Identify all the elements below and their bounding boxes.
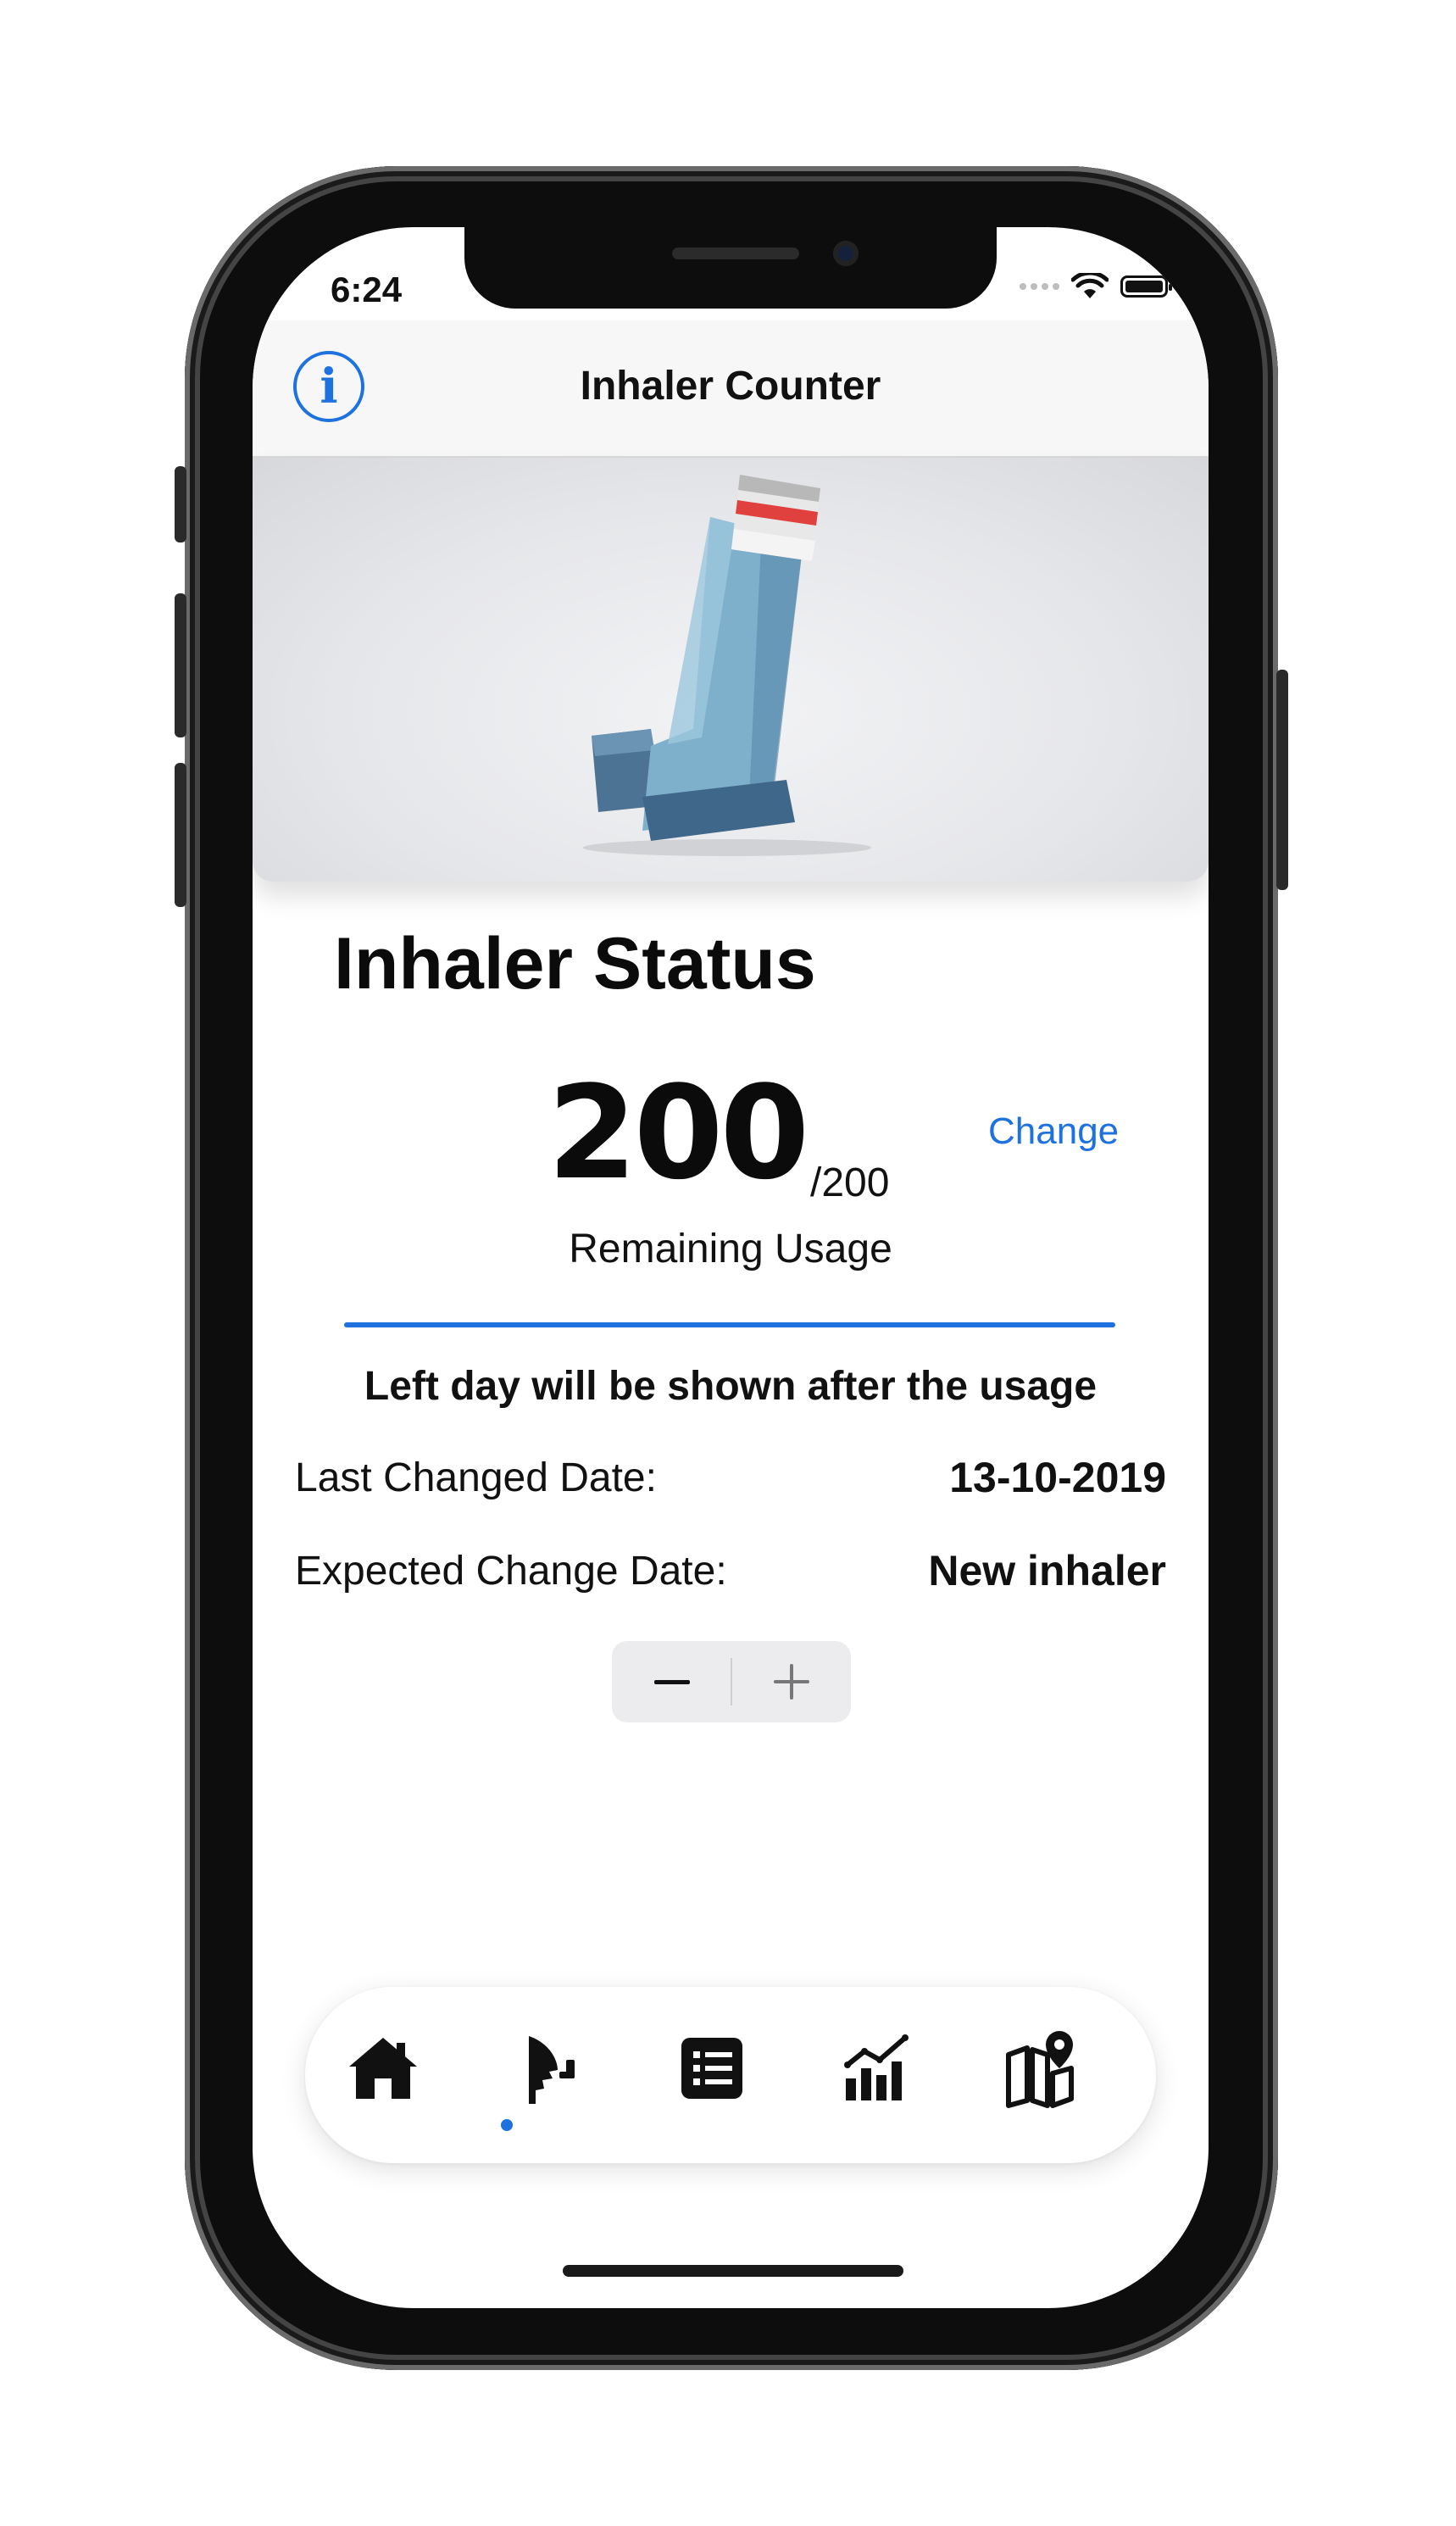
chart-icon bbox=[844, 2034, 909, 2100]
usage-stepper bbox=[612, 1641, 851, 1722]
tab-inhaler[interactable] bbox=[505, 2026, 590, 2111]
tab-bar bbox=[305, 1987, 1156, 2163]
home-indicator[interactable] bbox=[563, 2265, 903, 2277]
inhaler-photo bbox=[253, 458, 1209, 882]
navigation-bar: i Inhaler Counter bbox=[253, 320, 1209, 458]
change-button[interactable]: Change bbox=[988, 1110, 1119, 1153]
front-camera bbox=[833, 241, 859, 266]
inhaler-person-icon bbox=[529, 2036, 575, 2104]
total-count: /200 bbox=[810, 1160, 890, 1205]
increment-button[interactable] bbox=[731, 1641, 851, 1722]
inhaler-illustration bbox=[583, 475, 871, 856]
signal-dots-icon bbox=[1020, 283, 1059, 290]
volume-up-button bbox=[175, 593, 186, 737]
expected-change-label: Expected Change Date: bbox=[295, 1549, 727, 1594]
status-indicators bbox=[1020, 273, 1172, 300]
tab-statistics[interactable] bbox=[834, 2026, 919, 2111]
home-icon bbox=[349, 2038, 417, 2099]
list-icon bbox=[681, 2038, 742, 2099]
left-day-message: Left day will be shown after the usage bbox=[364, 1364, 1098, 1409]
power-button bbox=[1276, 670, 1288, 890]
page-title: Inhaler Counter bbox=[580, 364, 881, 409]
last-changed-value: 13-10-2019 bbox=[949, 1454, 1166, 1501]
expected-change-value: New inhaler bbox=[928, 1547, 1166, 1594]
tab-map[interactable] bbox=[998, 2026, 1083, 2111]
tab-list[interactable] bbox=[670, 2026, 754, 2111]
wifi-icon bbox=[1071, 273, 1109, 298]
section-title: Inhaler Status bbox=[334, 923, 816, 1004]
last-changed-label: Last Changed Date: bbox=[295, 1455, 657, 1500]
mute-switch bbox=[175, 466, 186, 542]
volume-down-button bbox=[175, 763, 186, 907]
battery-icon bbox=[1120, 275, 1172, 298]
status-time: 6:24 bbox=[331, 270, 403, 309]
notch bbox=[464, 227, 997, 309]
usage-progress-fill bbox=[344, 1322, 1115, 1327]
decrement-button[interactable] bbox=[612, 1641, 731, 1722]
speaker-grille bbox=[672, 248, 799, 259]
app-screen: 6:24 i Inhaler Counter Inhaler Status 20… bbox=[253, 227, 1209, 2308]
usage-progress-bar bbox=[344, 1322, 1115, 1327]
map-pin-icon bbox=[1006, 2031, 1074, 2108]
remaining-count: 200 bbox=[547, 1058, 809, 1208]
remaining-label: Remaining Usage bbox=[569, 1227, 892, 1271]
active-tab-indicator bbox=[501, 2119, 513, 2131]
tab-home[interactable] bbox=[341, 2026, 425, 2111]
